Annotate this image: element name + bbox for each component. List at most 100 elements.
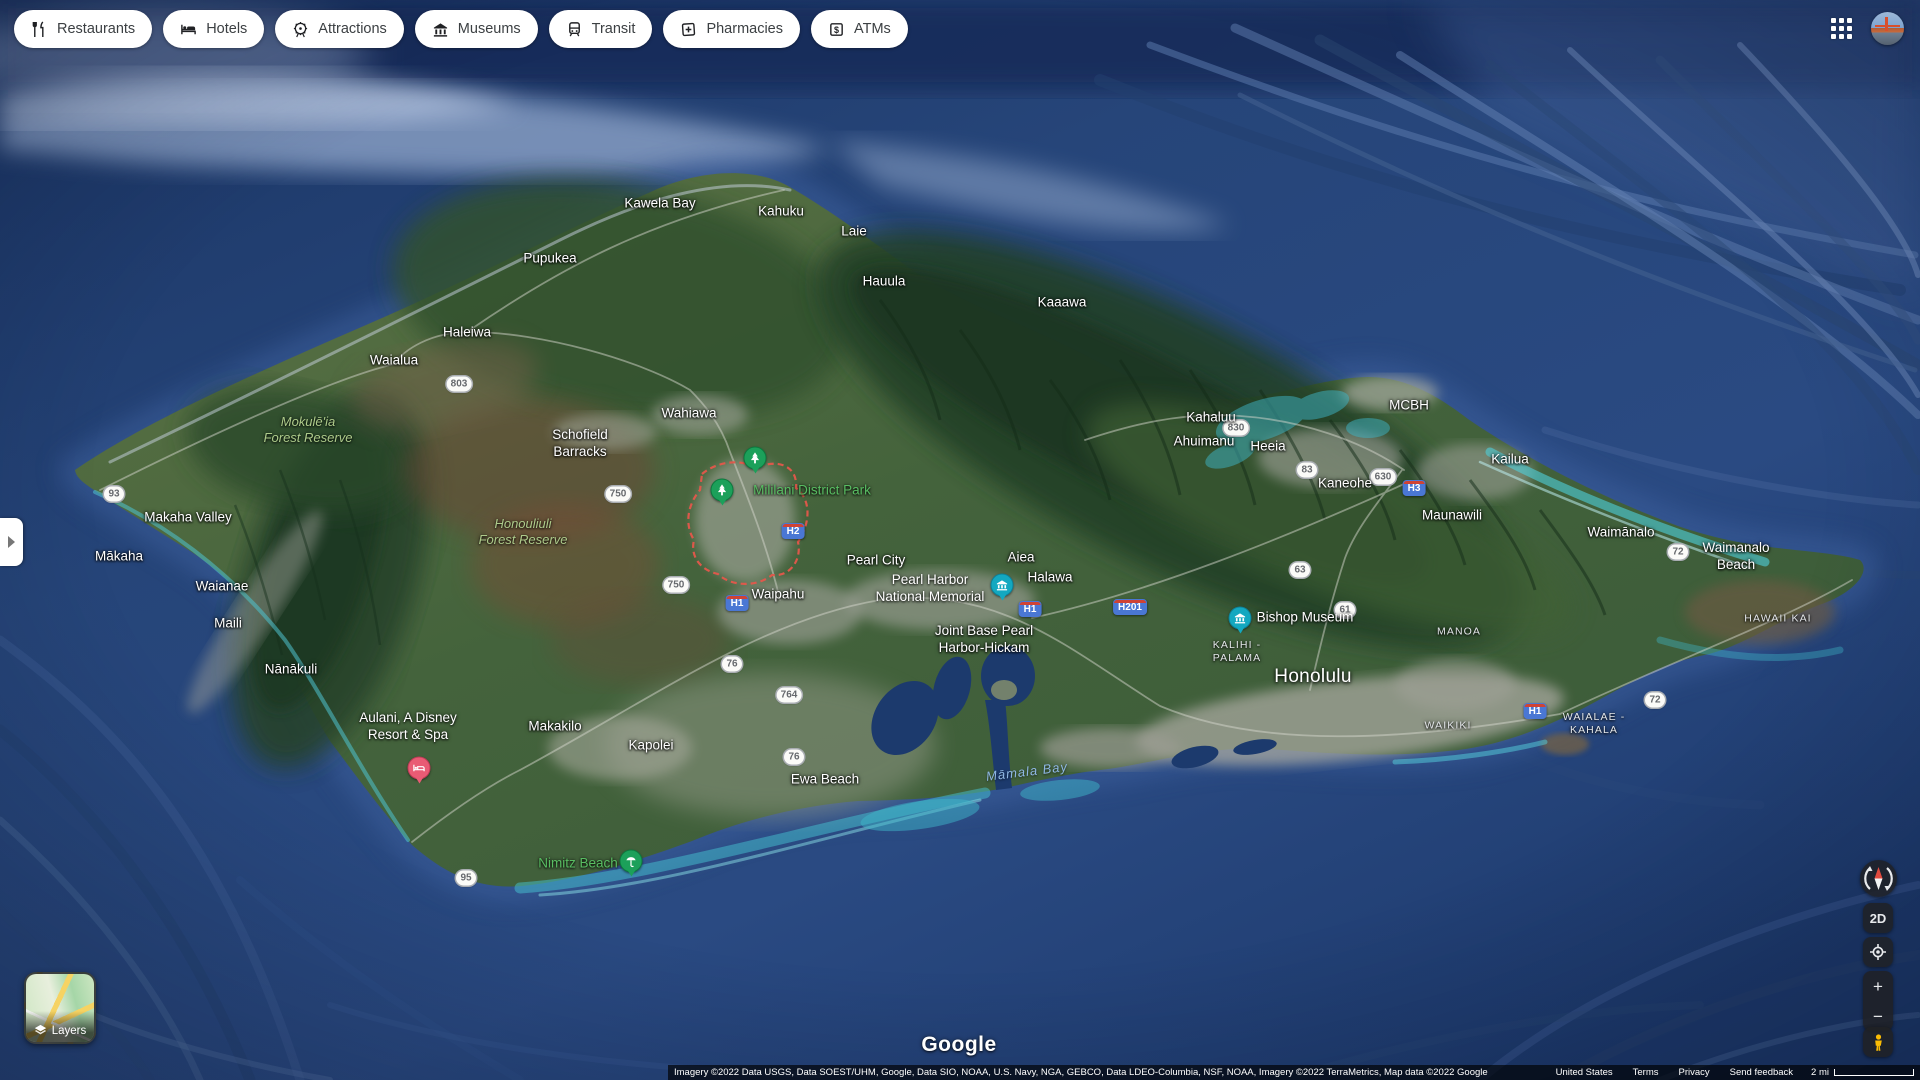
- road-shield-h3: H3: [1403, 480, 1426, 496]
- map-label-hawaii-kai: HAWAII KAI: [1744, 612, 1811, 625]
- marker-tail: [626, 869, 636, 877]
- museum-marker-bishop-museum[interactable]: [1229, 607, 1252, 630]
- museum-marker-pearl-harbor[interactable]: [991, 574, 1014, 597]
- map-label-waialua[interactable]: Waialua: [370, 353, 418, 370]
- chip-transit[interactable]: Transit: [549, 10, 653, 48]
- map-scale: 2 mi: [1811, 1067, 1914, 1078]
- map-label-honolulu[interactable]: Honolulu: [1274, 665, 1351, 689]
- resort-marker-aulani[interactable]: [408, 757, 431, 780]
- museums-icon: [432, 21, 449, 38]
- map-label-bishop-museum[interactable]: Bishop Museum: [1257, 610, 1354, 627]
- map-label-ahuimanu[interactable]: Ahuimanu: [1174, 434, 1235, 451]
- google-apps-grid-icon[interactable]: [1831, 18, 1853, 40]
- marker-tail: [997, 593, 1007, 601]
- map-label-aiea[interactable]: Aiea: [1007, 550, 1034, 567]
- toggle-2d-button[interactable]: 2D: [1863, 903, 1893, 933]
- map-label-pupukea[interactable]: Pupukea: [523, 251, 576, 268]
- map-label-mcbh[interactable]: MCBH: [1389, 398, 1429, 415]
- map-label-nimitz-beach[interactable]: Nimitz Beach: [538, 856, 618, 873]
- map-label-schofield-barracks[interactable]: Schofield Barracks: [552, 427, 608, 461]
- road-shield-83: 83: [1297, 463, 1317, 478]
- chip-pharmacies[interactable]: Pharmacies: [663, 10, 800, 48]
- map-label-aulani-disney-resort[interactable]: Aulani, A Disney Resort & Spa: [359, 710, 457, 744]
- map-label-haleiwa[interactable]: Haleiwa: [443, 325, 491, 342]
- map-label-makaha-valley[interactable]: Makaha Valley: [144, 510, 232, 527]
- map-label-wahiawa[interactable]: Wahiawa: [661, 406, 716, 423]
- marker-tail: [1235, 626, 1245, 634]
- chip-hotels[interactable]: Hotels: [163, 10, 264, 48]
- map-label-maili[interactable]: Maili: [214, 616, 242, 633]
- map-attribution-bar: Imagery ©2022 Data USGS, Data SOEST/UHM,…: [668, 1065, 1920, 1080]
- my-location-button[interactable]: [1863, 937, 1893, 967]
- transit-icon: [566, 21, 583, 38]
- marker-tail: [414, 776, 424, 784]
- footer-link-terms[interactable]: Terms: [1633, 1067, 1659, 1078]
- map-label-kaaawa[interactable]: Kaaawa: [1038, 295, 1087, 312]
- map-label-kahuku[interactable]: Kahuku: [758, 204, 804, 221]
- map-label-makakilo[interactable]: Makakilo: [528, 719, 581, 736]
- map-label-waikiki: WAIKIKI: [1425, 719, 1472, 732]
- map-label-pearl-harbor-national-memorial[interactable]: Pearl Harbor National Memorial: [876, 572, 985, 606]
- scale-bar: [1834, 1069, 1914, 1076]
- map-label-kahaluu[interactable]: Kahaluu: [1186, 410, 1236, 427]
- attractions-icon: [292, 21, 309, 38]
- chip-atms[interactable]: $ATMs: [811, 10, 908, 48]
- footer-link-privacy[interactable]: Privacy: [1679, 1067, 1710, 1078]
- road-shield-76: 76: [784, 750, 804, 765]
- atms-icon: $: [828, 21, 845, 38]
- map-label-joint-base-pearl-harbor-hickam[interactable]: Joint Base Pearl Harbor-Hickam: [935, 623, 1033, 657]
- map-label-kapolei[interactable]: Kapolei: [628, 738, 673, 755]
- category-chipbar: Restaurants Hotels Attractions Museums Trans…: [14, 10, 908, 48]
- map-label-kawela-bay[interactable]: Kawela Bay: [624, 196, 695, 213]
- road-shield-76: 76: [722, 657, 742, 672]
- road-shield-93: 93: [104, 487, 124, 502]
- map-label-kaneohe[interactable]: Kaneohe: [1318, 476, 1372, 493]
- road-shield-h201: H201: [1113, 599, 1147, 615]
- pegman-button[interactable]: [1863, 1027, 1893, 1057]
- map-label-pearl-city[interactable]: Pearl City: [847, 553, 906, 570]
- map-label-laie[interactable]: Laie: [841, 224, 867, 241]
- park-marker-mililani-district-park[interactable]: [711, 479, 734, 502]
- map-label-waianae[interactable]: Waianae: [196, 579, 249, 596]
- google-logo: Google: [921, 1033, 996, 1057]
- compass-control[interactable]: [1860, 860, 1897, 897]
- side-panel-expand-button[interactable]: [0, 518, 23, 566]
- map-label-heeia[interactable]: Heeia: [1250, 439, 1285, 456]
- layers-button[interactable]: Layers: [24, 972, 96, 1044]
- map-label-ewa-beach[interactable]: Ewa Beach: [791, 772, 859, 789]
- map-label-waialae-kahala: WAIALAE - KAHALA: [1563, 711, 1626, 737]
- road-shield-764: 764: [777, 688, 802, 703]
- map-label-maunawili[interactable]: Maunawili: [1422, 508, 1482, 525]
- park-marker-mililani-mauka[interactable]: [744, 447, 767, 470]
- map-label-mililani-district-park[interactable]: Mililani District Park: [753, 483, 871, 500]
- road-shield-h1: H1: [1524, 703, 1547, 719]
- road-shield-630: 630: [1371, 470, 1396, 485]
- chip-label: Restaurants: [57, 21, 135, 37]
- road-shield-72: 72: [1645, 693, 1665, 708]
- footer-link-united-states[interactable]: United States: [1556, 1067, 1613, 1078]
- footer-link-send-feedback[interactable]: Send feedback: [1730, 1067, 1793, 1078]
- chip-museums[interactable]: Museums: [415, 10, 538, 48]
- scale-label: 2 mi: [1811, 1067, 1829, 1078]
- chip-restaurants[interactable]: Restaurants: [14, 10, 152, 48]
- account-avatar[interactable]: [1871, 12, 1904, 45]
- map-label-kalihi-palama: KALIHI - PALAMA: [1213, 639, 1261, 665]
- map-label-halawa[interactable]: Halawa: [1027, 570, 1072, 587]
- restaurants-icon: [31, 21, 48, 38]
- beach-marker-nimitz[interactable]: [620, 850, 643, 873]
- imagery-attribution: Imagery ©2022 Data USGS, Data SOEST/UHM,…: [674, 1067, 1488, 1078]
- chip-label: Pharmacies: [706, 21, 783, 37]
- chip-attractions[interactable]: Attractions: [275, 10, 404, 48]
- chip-label: Hotels: [206, 21, 247, 37]
- chip-label: Museums: [458, 21, 521, 37]
- map-label-waipahu[interactable]: Waipahu: [752, 587, 805, 604]
- map-label-kailua[interactable]: Kailua: [1491, 452, 1529, 469]
- map-label-makaha[interactable]: Mākaha: [95, 549, 143, 566]
- map-label-waimanalo[interactable]: Waimānalo: [1587, 525, 1654, 542]
- map-label-hauula[interactable]: Hauula: [863, 274, 906, 291]
- map-label-waimanalo-beach[interactable]: Waimanalo Beach: [1702, 540, 1769, 574]
- zoom-in-button[interactable]: +: [1863, 971, 1893, 1001]
- my-location-icon: [1870, 944, 1886, 960]
- footer-links: United States Terms Privacy Send feedback: [1546, 1067, 1803, 1078]
- map-label-nanakuli[interactable]: Nānākuli: [265, 662, 318, 679]
